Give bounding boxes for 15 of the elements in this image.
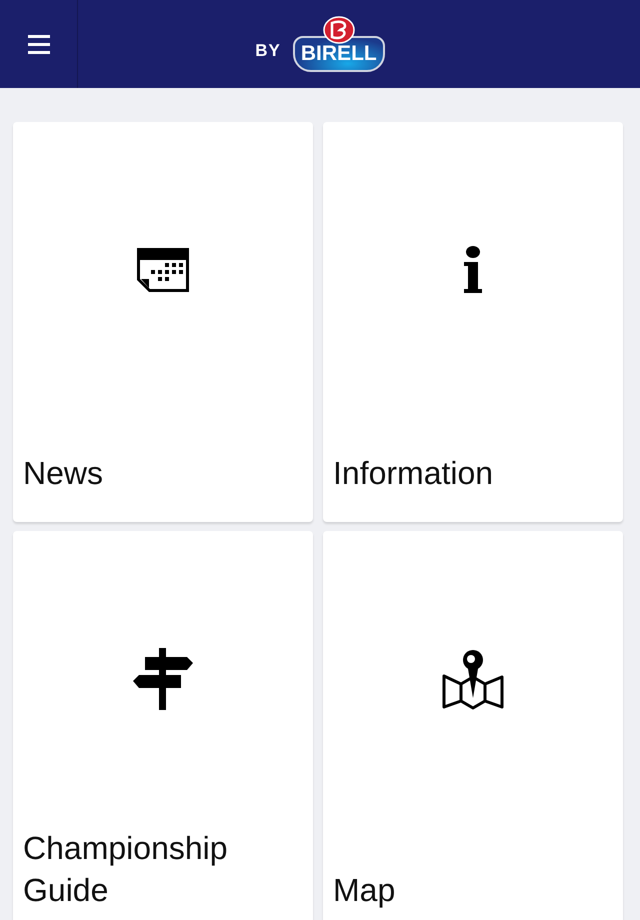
tile-label: Championship Guide <box>23 829 229 910</box>
calendar-icon <box>135 246 191 294</box>
menu-tile[interactable]: Map <box>323 531 623 920</box>
logo-prefix: BY <box>255 41 281 61</box>
logo-wordmark: BIRELL <box>292 36 385 72</box>
menu-tile[interactable]: Information <box>323 122 623 522</box>
tile-label: Information <box>333 454 494 493</box>
map-pin-icon <box>441 648 505 710</box>
menu-tile[interactable]: Championship Guide <box>13 531 313 920</box>
menu-tile[interactable]: News <box>13 122 313 522</box>
signpost-icon <box>132 648 194 710</box>
tile-label: News <box>23 454 104 493</box>
menu-icon <box>28 33 50 55</box>
tile-label: Map <box>333 871 396 910</box>
info-icon <box>461 245 485 295</box>
